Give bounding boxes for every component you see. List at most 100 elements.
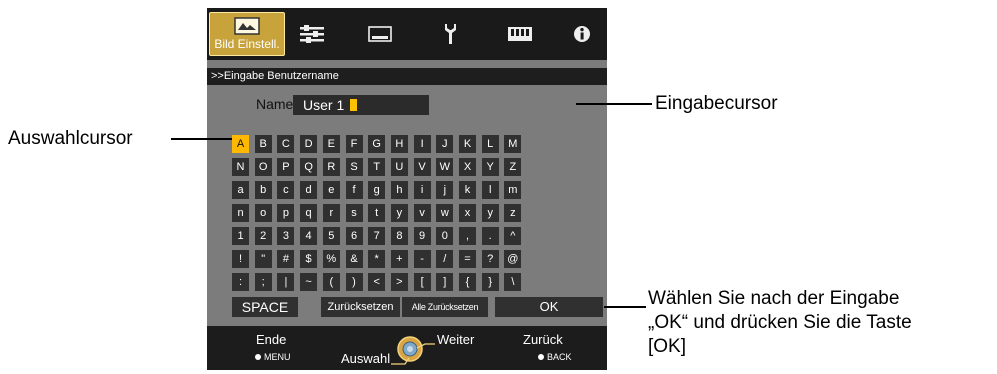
character-key[interactable]: x [459, 204, 476, 222]
character-key[interactable]: a [232, 181, 249, 199]
character-key[interactable]: j [436, 181, 454, 199]
tab-picture-adjust[interactable]: Bild Einstell. [209, 12, 285, 56]
character-key[interactable]: p [277, 204, 295, 222]
character-key[interactable]: I [413, 135, 431, 153]
character-key[interactable]: l [481, 181, 499, 199]
character-key[interactable]: = [459, 250, 476, 268]
character-key[interactable]: m [504, 181, 522, 199]
character-key[interactable]: K [459, 135, 476, 153]
character-key[interactable]: n [232, 204, 249, 222]
character-key[interactable]: f [345, 181, 363, 199]
character-key[interactable]: : [232, 273, 249, 291]
character-key[interactable]: @ [504, 250, 522, 268]
character-key[interactable]: F [345, 135, 363, 153]
character-key[interactable]: z [504, 204, 522, 222]
selection-cursor-key[interactable]: A [232, 135, 249, 153]
character-key[interactable]: T [368, 158, 386, 176]
character-key[interactable]: B [254, 135, 272, 153]
character-key[interactable]: P [277, 158, 295, 176]
character-key[interactable]: s [345, 204, 363, 222]
character-key[interactable]: , [459, 227, 476, 245]
character-key[interactable]: ( [322, 273, 340, 291]
character-key[interactable]: J [436, 135, 454, 153]
character-key[interactable]: } [481, 273, 499, 291]
character-key[interactable]: % [322, 250, 340, 268]
character-key[interactable]: + [390, 250, 408, 268]
character-key[interactable]: 5 [322, 227, 340, 245]
character-key[interactable]: O [254, 158, 272, 176]
character-key[interactable]: b [254, 181, 272, 199]
character-key[interactable]: y [481, 204, 499, 222]
character-key[interactable]: V [413, 158, 431, 176]
character-key[interactable]: Q [300, 158, 318, 176]
character-key[interactable]: # [277, 250, 295, 268]
character-key[interactable]: & [345, 250, 363, 268]
character-key[interactable]: $ [300, 250, 318, 268]
character-key[interactable]: " [254, 250, 272, 268]
character-key[interactable]: d [300, 181, 318, 199]
character-key[interactable]: S [345, 158, 363, 176]
reset-key[interactable]: Zurücksetzen [321, 297, 400, 317]
character-key[interactable]: k [459, 181, 476, 199]
character-key[interactable]: ! [232, 250, 249, 268]
character-key[interactable]: E [322, 135, 340, 153]
character-key[interactable]: 6 [345, 227, 363, 245]
character-key[interactable]: 3 [277, 227, 295, 245]
character-key[interactable]: \ [504, 273, 522, 291]
character-key[interactable]: R [322, 158, 340, 176]
space-key[interactable]: SPACE [232, 297, 298, 317]
character-key[interactable]: 9 [413, 227, 431, 245]
character-key[interactable]: Y [481, 158, 499, 176]
character-key[interactable]: 2 [254, 227, 272, 245]
character-key[interactable]: h [390, 181, 408, 199]
character-key[interactable]: i [413, 181, 431, 199]
tab-installation[interactable] [425, 12, 475, 56]
tab-display-settings[interactable] [355, 12, 405, 56]
character-key[interactable]: v [413, 204, 431, 222]
character-key[interactable]: y [390, 204, 408, 222]
character-key[interactable]: g [368, 181, 386, 199]
character-key[interactable]: ^ [504, 227, 522, 245]
tab-information[interactable] [557, 12, 607, 56]
character-key[interactable]: 8 [390, 227, 408, 245]
character-key[interactable]: * [368, 250, 386, 268]
character-key[interactable]: D [300, 135, 318, 153]
character-key[interactable]: ~ [300, 273, 318, 291]
character-key[interactable]: 7 [368, 227, 386, 245]
character-key[interactable]: 1 [232, 227, 249, 245]
character-key[interactable]: X [459, 158, 476, 176]
character-key[interactable]: / [436, 250, 454, 268]
reset-all-key[interactable]: Alle Zurücksetzen [402, 297, 488, 317]
character-key[interactable]: ) [345, 273, 363, 291]
character-key[interactable]: [ [413, 273, 431, 291]
character-key[interactable]: q [300, 204, 318, 222]
character-key[interactable]: C [277, 135, 295, 153]
character-key[interactable]: - [413, 250, 431, 268]
character-key[interactable]: ? [481, 250, 499, 268]
character-key[interactable]: ; [254, 273, 272, 291]
character-key[interactable]: M [504, 135, 522, 153]
character-key[interactable]: . [481, 227, 499, 245]
character-key[interactable]: | [277, 273, 295, 291]
character-key[interactable]: c [277, 181, 295, 199]
character-key[interactable]: ] [436, 273, 454, 291]
character-key[interactable]: r [322, 204, 340, 222]
character-key[interactable]: L [481, 135, 499, 153]
character-key[interactable]: < [368, 273, 386, 291]
character-key[interactable]: t [368, 204, 386, 222]
ok-key[interactable]: OK [495, 297, 603, 317]
tab-input-settings[interactable] [287, 12, 337, 56]
character-key[interactable]: > [390, 273, 408, 291]
character-key[interactable]: G [368, 135, 386, 153]
character-key[interactable]: H [390, 135, 408, 153]
name-input[interactable]: User 1 [293, 95, 429, 115]
character-key[interactable]: { [459, 273, 476, 291]
character-key[interactable]: W [436, 158, 454, 176]
character-key[interactable]: e [322, 181, 340, 199]
character-key[interactable]: w [436, 204, 454, 222]
character-key[interactable]: 4 [300, 227, 318, 245]
character-key[interactable]: o [254, 204, 272, 222]
character-key[interactable]: U [390, 158, 408, 176]
character-key[interactable]: 0 [436, 227, 454, 245]
tab-function[interactable] [495, 12, 545, 56]
